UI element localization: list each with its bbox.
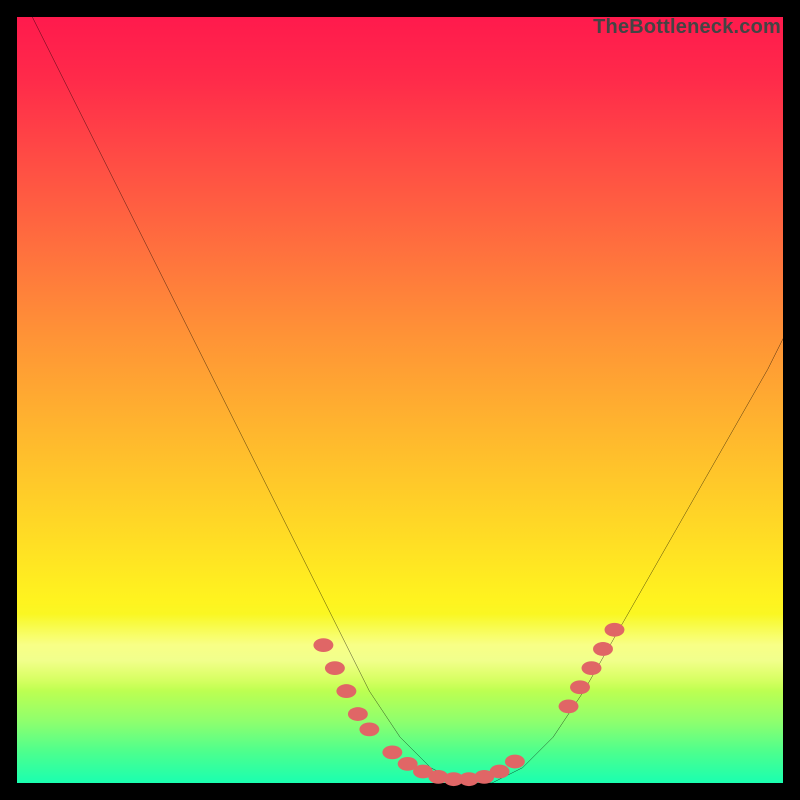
watermark-text: TheBottleneck.com	[593, 16, 781, 39]
sample-point	[593, 642, 613, 656]
sample-point	[313, 638, 333, 652]
sample-point	[359, 722, 379, 736]
sample-point	[505, 755, 525, 769]
bottleneck-curve	[32, 17, 783, 783]
sample-point	[559, 700, 579, 714]
sample-points	[313, 623, 624, 786]
sample-point	[382, 745, 402, 759]
chart-frame: TheBottleneck.com	[17, 17, 783, 783]
sample-point	[582, 661, 602, 675]
sample-point	[336, 684, 356, 698]
sample-point	[325, 661, 345, 675]
sample-point	[490, 765, 510, 779]
sample-point	[348, 707, 368, 721]
chart-svg	[17, 17, 783, 783]
sample-point	[605, 623, 625, 637]
sample-point	[570, 680, 590, 694]
